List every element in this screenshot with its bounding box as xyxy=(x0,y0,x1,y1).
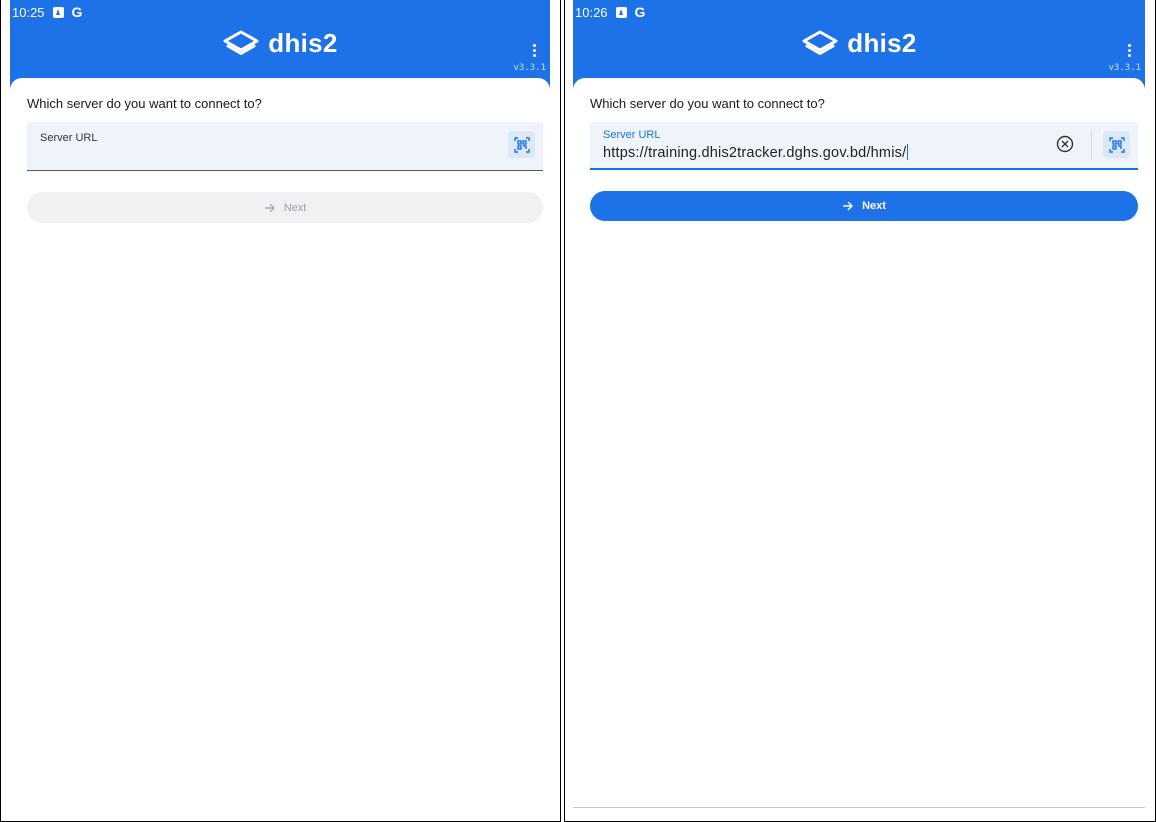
text-caret xyxy=(907,144,909,160)
app-version: v3.3.1 xyxy=(1108,63,1141,73)
google-icon: G xyxy=(634,4,646,20)
notification-a-icon xyxy=(52,6,64,18)
field-divider xyxy=(1091,130,1092,160)
bottom-divider xyxy=(573,807,1145,808)
status-time: 10:26 xyxy=(575,4,608,20)
dhis2-layers-icon xyxy=(223,30,259,55)
status-time: 10:25 xyxy=(12,4,45,20)
notification-a-icon xyxy=(615,6,627,18)
next-button-label: Next xyxy=(862,200,886,212)
qr-scan-icon xyxy=(513,136,530,153)
login-sheet: Which server do you want to connect to? … xyxy=(573,78,1145,808)
more-vertical-icon[interactable] xyxy=(533,44,536,57)
clear-button[interactable] xyxy=(1055,134,1075,154)
more-vertical-icon[interactable] xyxy=(1128,44,1131,57)
app-version: v3.3.1 xyxy=(513,63,546,73)
clear-circle-icon xyxy=(1056,135,1074,153)
next-button-label: Next xyxy=(283,201,307,214)
screenshot-frame-right: 10:26 G dhis2 v3.3.1 Which server do you… xyxy=(564,0,1156,822)
next-button[interactable]: Next xyxy=(590,191,1138,221)
brand-wordmark: dhis2 xyxy=(268,28,338,58)
server-question: Which server do you want to connect to? xyxy=(590,96,825,111)
status-bar: 10:25 G xyxy=(12,4,82,20)
screenshot-frame-left: 10:25 G dhis2 v3.3.1 Which server do you… xyxy=(0,0,561,822)
app-screen-empty: 10:25 G dhis2 v3.3.1 Which server do you… xyxy=(10,0,550,808)
server-url-field[interactable]: Server URL xyxy=(27,122,543,171)
server-url-label: Server URL xyxy=(603,129,661,141)
qr-scan-button[interactable] xyxy=(1103,131,1130,158)
login-sheet: Which server do you want to connect to? … xyxy=(10,78,550,808)
status-bar: 10:26 G xyxy=(575,4,645,20)
dhis2-layers-icon xyxy=(802,30,838,55)
brand-wordmark: dhis2 xyxy=(847,28,917,58)
server-url-input[interactable]: https://training.dhis2tracker.dghs.gov.b… xyxy=(603,144,909,161)
server-url-label: Server URL xyxy=(40,132,98,144)
dhis2-logo: dhis2 xyxy=(573,28,1145,59)
server-url-value: https://training.dhis2tracker.dghs.gov.b… xyxy=(603,145,907,161)
server-question: Which server do you want to connect to? xyxy=(27,96,262,111)
google-icon: G xyxy=(71,4,83,20)
arrow-right-icon xyxy=(264,203,275,212)
app-screen-filled: 10:26 G dhis2 v3.3.1 Which server do you… xyxy=(573,0,1145,808)
qr-scan-button[interactable] xyxy=(508,131,535,158)
qr-scan-icon xyxy=(1108,136,1125,153)
next-button[interactable]: Next xyxy=(27,192,543,223)
dhis2-logo: dhis2 xyxy=(10,28,550,59)
arrow-right-icon xyxy=(843,201,854,211)
server-url-field[interactable]: Server URL https://training.dhis2tracker… xyxy=(590,122,1138,170)
